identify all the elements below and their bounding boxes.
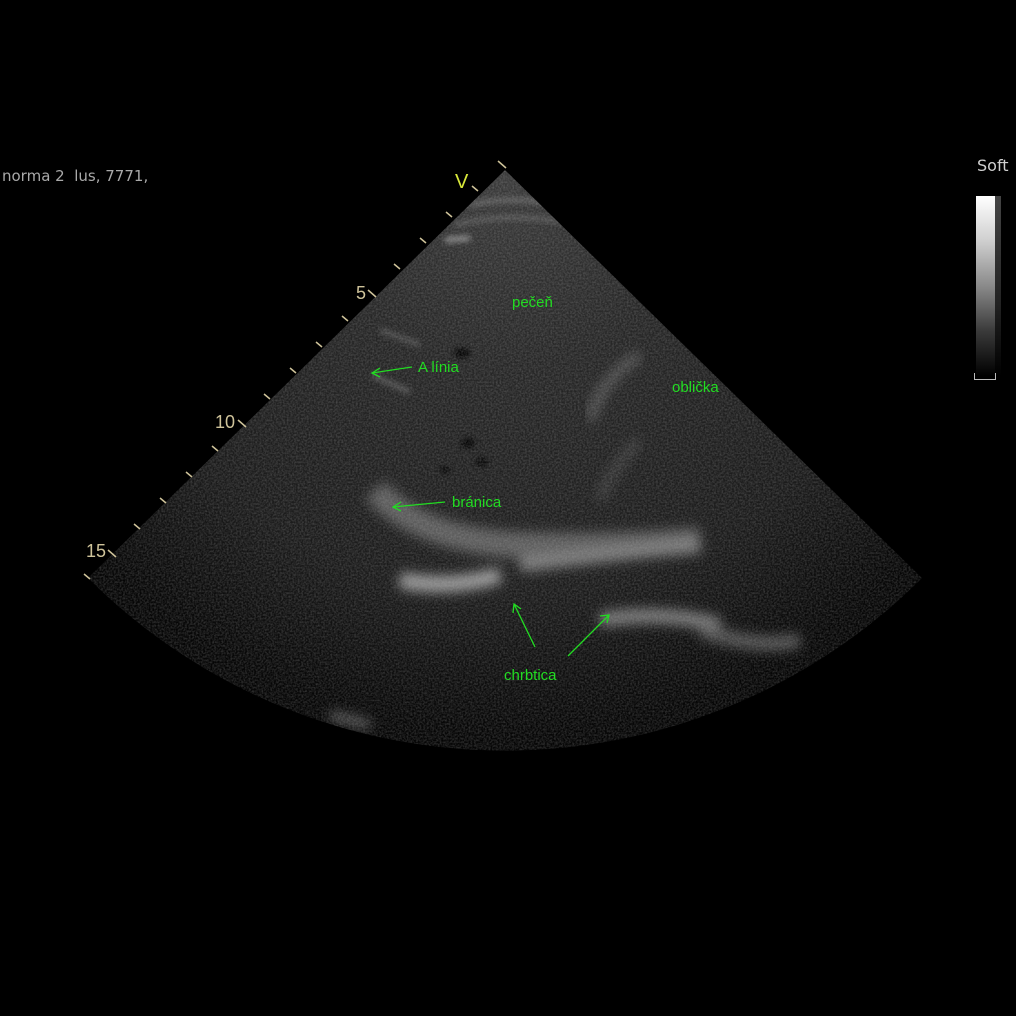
label-chrbtica: chrbtica (504, 667, 557, 684)
label-branica: bránica (452, 494, 502, 511)
grayscale-bar (976, 196, 995, 376)
orientation-marker: V (455, 171, 469, 193)
preset-label: Soft (977, 156, 1009, 175)
depth-label-10: 10 (215, 412, 235, 432)
label-oblicka: oblička (672, 379, 719, 396)
label-a-linia: A línia (418, 359, 460, 376)
grayscale-bar-edge (995, 196, 1001, 376)
depth-label-5: 5 (356, 283, 366, 303)
depth-label-15: 15 (86, 541, 106, 561)
label-pecen: pečeň (512, 294, 553, 311)
study-label: norma 2 lus, 7771, (2, 167, 149, 185)
ultrasound-image: 5 10 15 V pečeň oblička A línia bránica … (83, 160, 922, 751)
grayscale-bar-bracket (974, 373, 996, 380)
